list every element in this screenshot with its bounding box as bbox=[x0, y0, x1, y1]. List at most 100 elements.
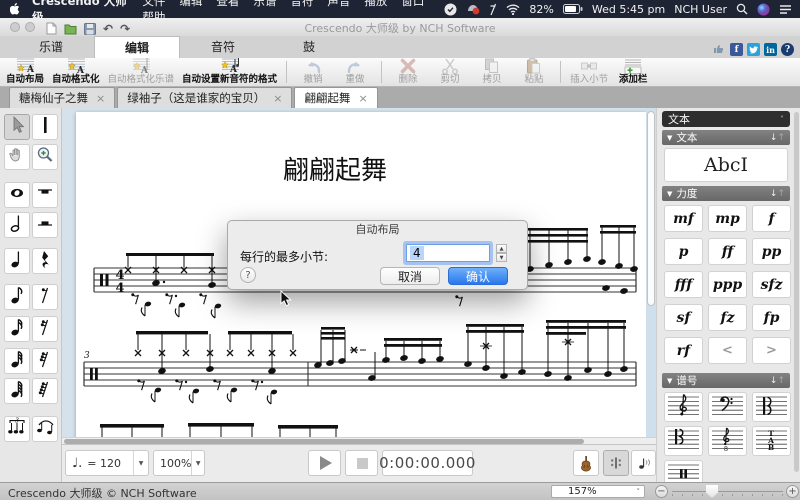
section-header-clefs[interactable]: ▼ 谱号 ↓↑ bbox=[662, 373, 790, 388]
percussion-clef-button[interactable] bbox=[664, 460, 703, 482]
sixteenth-rest-tool[interactable] bbox=[32, 316, 58, 342]
menu-item-5[interactable]: 声音 bbox=[327, 0, 350, 8]
eighth-note-tool[interactable] bbox=[4, 284, 30, 310]
metronome-button[interactable] bbox=[603, 450, 629, 476]
list-icon[interactable] bbox=[779, 4, 792, 15]
toolbar-button-auto-note-format[interactable]: A自动设置新音符的格式 bbox=[178, 58, 281, 86]
tab-乐谱[interactable]: 乐谱 bbox=[8, 36, 94, 58]
toolbar-button-auto-layout[interactable]: A自动布局 bbox=[2, 58, 48, 86]
dynamic-rf[interactable]: rf bbox=[664, 337, 703, 364]
half-note-tool[interactable] bbox=[4, 212, 30, 238]
menu-item-1[interactable]: 编辑 bbox=[179, 0, 202, 8]
violin-button[interactable] bbox=[573, 450, 599, 476]
help-icon[interactable]: ? bbox=[781, 43, 794, 56]
dynamic-sfz[interactable]: sfz bbox=[752, 271, 791, 298]
menu-item-6[interactable]: 播放 bbox=[364, 0, 387, 8]
treble-8-clef-button[interactable]: 8 bbox=[708, 426, 747, 456]
quarter-note-tool[interactable] bbox=[4, 248, 30, 274]
toolbar-button-copy[interactable]: 拷贝 bbox=[471, 58, 513, 86]
section-header-dynamics[interactable]: ▼ 力度 ↓↑ bbox=[662, 186, 790, 201]
thumbs-up-icon[interactable] bbox=[712, 40, 726, 59]
sixtyfourth-note-tool[interactable] bbox=[4, 378, 30, 404]
menu-user[interactable]: NCH User bbox=[674, 3, 727, 16]
dynamic-mp[interactable]: mp bbox=[708, 205, 747, 232]
confirm-button[interactable]: 确认 bbox=[448, 267, 508, 285]
max-measures-input[interactable]: 4 bbox=[406, 244, 490, 262]
sixteenth-note-tool[interactable] bbox=[4, 316, 30, 342]
toolbar-button-redo[interactable]: 重做 bbox=[334, 58, 376, 86]
search-icon[interactable] bbox=[736, 3, 748, 15]
whole-note-tool[interactable] bbox=[4, 182, 30, 208]
panel-scrollbar-thumb[interactable] bbox=[794, 112, 799, 472]
note-sound-button[interactable] bbox=[631, 450, 656, 476]
toolbar-button-auto-format-score[interactable]: A自动格式化乐谱 bbox=[104, 58, 179, 86]
bass-clef-button[interactable] bbox=[708, 392, 747, 422]
facebook-icon[interactable]: f bbox=[730, 43, 743, 56]
select-tool[interactable] bbox=[4, 114, 30, 140]
symbol-category-select[interactable]: 文本 ˅ bbox=[662, 111, 790, 127]
cancel-button[interactable]: 取消 bbox=[380, 267, 440, 285]
tab-鼓[interactable]: 鼓 bbox=[266, 36, 352, 58]
tenor-clef-button[interactable] bbox=[664, 426, 703, 456]
dynamic-fff[interactable]: fff bbox=[664, 271, 703, 298]
zoom-tool[interactable] bbox=[32, 144, 58, 170]
zoom-in-button[interactable]: + bbox=[786, 485, 799, 498]
toolbar-button-undo[interactable]: 撤销 bbox=[292, 58, 334, 86]
menu-item-0[interactable]: 文件 bbox=[142, 0, 165, 8]
dynamic-f[interactable]: f bbox=[752, 205, 791, 232]
tab-clef-button[interactable]: TAB bbox=[752, 426, 791, 456]
horizontal-scrollbar-thumb[interactable] bbox=[64, 439, 584, 444]
max-measures-stepper[interactable]: ▲▼ bbox=[496, 244, 507, 262]
dynamic-mf[interactable]: mf bbox=[664, 205, 703, 232]
close-icon[interactable]: × bbox=[358, 92, 367, 105]
dynamic-decrescendo[interactable]: > bbox=[752, 337, 791, 364]
section-header-text[interactable]: ▼ 文本 ↓↑ bbox=[662, 130, 790, 145]
apple-icon[interactable] bbox=[10, 3, 20, 15]
whole-rest-tool[interactable] bbox=[32, 182, 58, 208]
dynamic-ppp[interactable]: ppp bbox=[708, 271, 747, 298]
menu-item-7[interactable]: 窗口 bbox=[401, 0, 424, 8]
thirtysecond-note-tool[interactable] bbox=[4, 348, 30, 374]
play-button[interactable] bbox=[308, 450, 341, 476]
thirtysecond-rest-tool[interactable] bbox=[32, 348, 58, 374]
zoom-slider-thumb[interactable] bbox=[706, 485, 718, 498]
menu-item-2[interactable]: 查看 bbox=[216, 0, 239, 8]
dynamic-fp[interactable]: fp bbox=[752, 304, 791, 331]
menu-item-4[interactable]: 音符 bbox=[290, 0, 313, 8]
app-badge-icon[interactable] bbox=[466, 3, 480, 15]
half-rest-tool[interactable] bbox=[32, 212, 58, 238]
pen-icon[interactable] bbox=[489, 3, 497, 16]
toolbar-button-insert-measure[interactable]: 插入小节 bbox=[566, 58, 612, 86]
linkedin-icon[interactable]: in bbox=[764, 43, 777, 56]
stop-button[interactable] bbox=[345, 450, 378, 476]
wifi-icon[interactable] bbox=[506, 4, 520, 15]
menu-item-3[interactable]: 乐谱 bbox=[253, 0, 276, 8]
sixtyfourth-rest-tool[interactable] bbox=[32, 378, 58, 404]
document-tab-0[interactable]: 糖梅仙子之舞× bbox=[9, 87, 115, 108]
zoom-out-button[interactable]: − bbox=[655, 485, 668, 498]
document-tab-1[interactable]: 绿袖子（这是谁家的宝贝）× bbox=[117, 87, 292, 108]
dialog-help-button[interactable]: ? bbox=[240, 267, 256, 283]
text-tool-button[interactable]: AbcI bbox=[664, 148, 788, 182]
close-icon[interactable]: × bbox=[273, 92, 282, 105]
dynamic-sf[interactable]: sf bbox=[664, 304, 703, 331]
dynamic-crescendo[interactable]: < bbox=[708, 337, 747, 364]
speed-combo[interactable]: 100% ▼ bbox=[153, 450, 205, 476]
tab-编辑[interactable]: 编辑 bbox=[94, 36, 180, 58]
zoom-level-combo[interactable]: 157% ˅ bbox=[551, 485, 645, 498]
document-tab-2[interactable]: 翩翩起舞× bbox=[294, 87, 377, 108]
horizontal-scrollbar[interactable] bbox=[62, 437, 656, 445]
zoom-slider-track[interactable] bbox=[672, 491, 783, 492]
close-icon[interactable]: × bbox=[96, 92, 105, 105]
menu-clock[interactable]: Wed 5:45 pm bbox=[592, 3, 665, 16]
dynamic-fz[interactable]: fz bbox=[708, 304, 747, 331]
treble-clef-button[interactable] bbox=[664, 392, 703, 422]
alto-clef-button[interactable] bbox=[752, 392, 791, 422]
dynamic-p[interactable]: p bbox=[664, 238, 703, 265]
eighth-rest-tool[interactable] bbox=[32, 284, 58, 310]
toolbar-button-delete[interactable]: 删除 bbox=[387, 58, 429, 86]
vertical-scrollbar[interactable] bbox=[646, 108, 656, 437]
triplet-tool[interactable]: 3 bbox=[4, 416, 30, 442]
quarter-rest-tool[interactable] bbox=[32, 248, 58, 274]
vertical-scrollbar-thumb[interactable] bbox=[647, 111, 655, 306]
